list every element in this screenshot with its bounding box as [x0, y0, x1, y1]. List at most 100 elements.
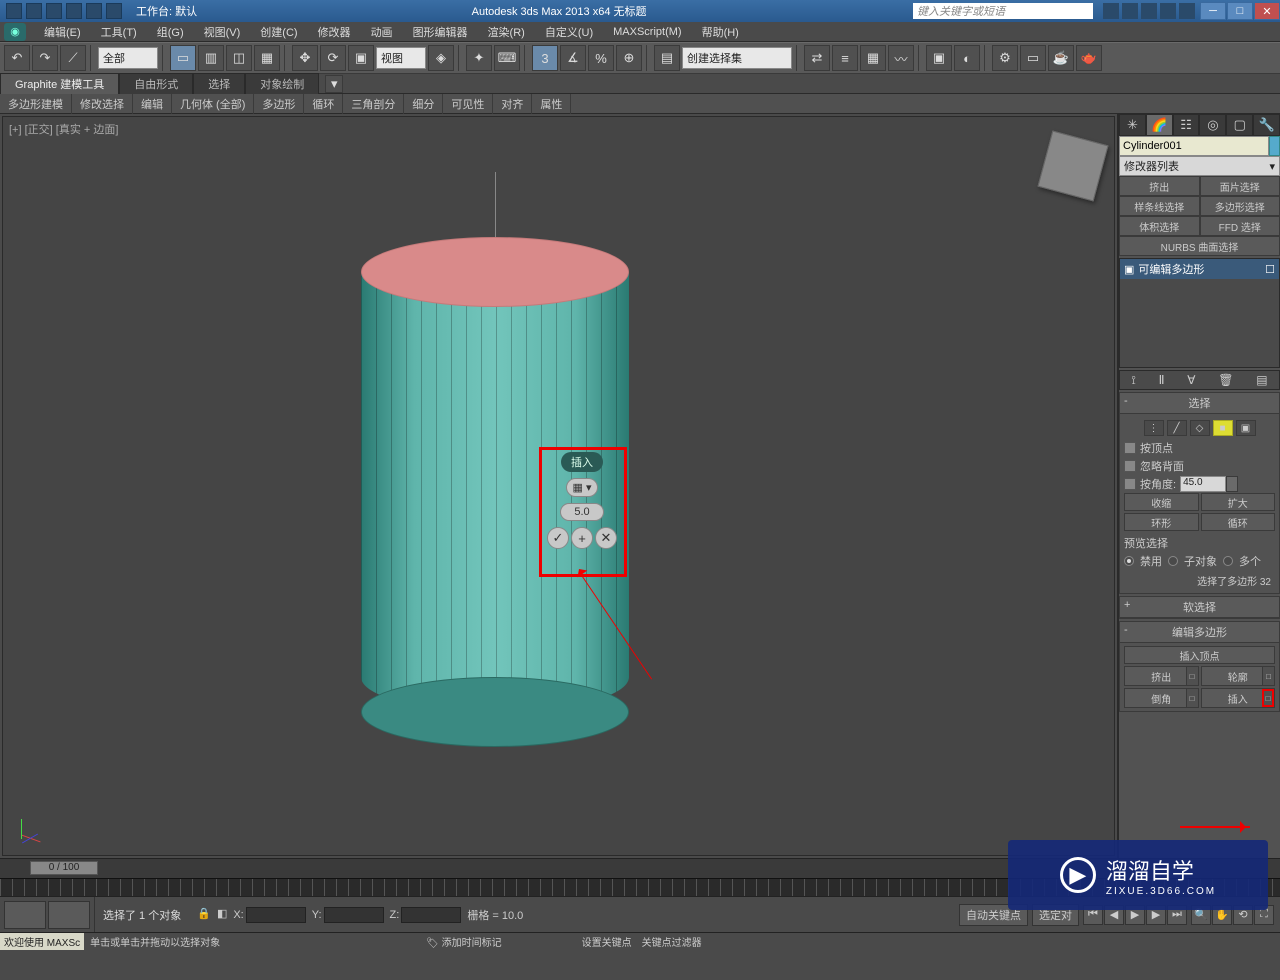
subtab-modsel[interactable]: 修改选择: [72, 94, 133, 114]
workspace-dropdown[interactable]: 工作台: 默认: [128, 3, 205, 19]
absolute-mode-icon[interactable]: ◧: [217, 907, 227, 923]
material-editor-icon[interactable]: ◐: [954, 45, 980, 71]
subtab-poly[interactable]: 多边形: [254, 94, 304, 114]
subobj-element-icon[interactable]: ▣: [1236, 420, 1256, 436]
chk-by-angle[interactable]: [1124, 478, 1136, 490]
subobj-border-icon[interactable]: ◇: [1190, 420, 1210, 436]
modbtn-nurbs[interactable]: NURBS 曲面选择: [1119, 236, 1280, 256]
remove-mod-icon[interactable]: 🗑: [1218, 373, 1233, 387]
scale-icon[interactable]: ▣: [348, 45, 374, 71]
config-sets-icon[interactable]: ▤: [1256, 373, 1267, 387]
named-selection-dropdown[interactable]: 创建选择集: [682, 47, 792, 69]
x-input[interactable]: [246, 907, 306, 923]
qa-open-icon[interactable]: [26, 3, 42, 19]
redo-icon[interactable]: ↷: [32, 45, 58, 71]
align-icon[interactable]: ≡: [832, 45, 858, 71]
subtab-polymod[interactable]: 多边形建模: [0, 94, 72, 114]
subobj-polygon-icon[interactable]: ■: [1213, 420, 1233, 436]
move-icon[interactable]: ✥: [292, 45, 318, 71]
modifier-list-dropdown[interactable]: 修改器列表▾: [1119, 156, 1280, 176]
infocenter-fav-icon[interactable]: [1160, 3, 1176, 19]
modifier-stack[interactable]: ▣ 可编辑多边形 ☐: [1119, 258, 1280, 368]
caddy-ok-button[interactable]: ✓: [547, 527, 569, 549]
qa-redo-icon[interactable]: [86, 3, 102, 19]
subtab-subdiv[interactable]: 细分: [404, 94, 443, 114]
select-manip-icon[interactable]: ✦: [466, 45, 492, 71]
menu-maxscript[interactable]: MAXScript(M): [603, 26, 691, 38]
key-filter-button[interactable]: 关键点过滤器: [642, 934, 702, 949]
qa-save-icon[interactable]: [46, 3, 62, 19]
inset-settings-icon[interactable]: □: [1262, 689, 1274, 707]
subtab-loop[interactable]: 循环: [304, 94, 343, 114]
viewport-label[interactable]: [+] [正交] [真实 + 边面]: [9, 121, 118, 137]
make-unique-icon[interactable]: ∀: [1187, 373, 1195, 387]
schematic-icon[interactable]: ▣: [926, 45, 952, 71]
tab-selection[interactable]: 选择: [193, 73, 245, 94]
modbtn-extrude[interactable]: 挤出: [1119, 176, 1200, 196]
set-key-button[interactable]: 设置关键点: [582, 934, 632, 949]
menu-group[interactable]: 组(G): [147, 24, 194, 40]
subtab-vis[interactable]: 可见性: [443, 94, 493, 114]
color-swatch[interactable]: [1269, 136, 1280, 156]
render-setup-icon[interactable]: ⚙: [992, 45, 1018, 71]
bevel-settings-icon[interactable]: □: [1186, 689, 1198, 707]
tab-display-icon[interactable]: ▢: [1226, 114, 1253, 136]
render-prod-icon[interactable]: 🫖: [1076, 45, 1102, 71]
angle-spinner-arrows[interactable]: [1226, 476, 1238, 492]
ring-button[interactable]: 环形: [1124, 513, 1199, 531]
caddy-type-dropdown[interactable]: ▦ ▾: [566, 478, 599, 497]
rollout-selection-header[interactable]: -选择: [1120, 393, 1279, 414]
stack-item-editable-poly[interactable]: ▣ 可编辑多边形 ☐: [1120, 259, 1279, 279]
rollout-soft-header[interactable]: +软选择: [1120, 597, 1279, 618]
subtab-edit[interactable]: 编辑: [133, 94, 172, 114]
show-end-icon[interactable]: Ⅱ: [1159, 373, 1165, 387]
grow-button[interactable]: 扩大: [1201, 493, 1276, 511]
mirror-icon[interactable]: ⇄: [804, 45, 830, 71]
extrude-button[interactable]: 挤出□: [1124, 666, 1199, 686]
ref-coord-dropdown[interactable]: 视图: [376, 47, 426, 69]
menu-help[interactable]: 帮助(H): [692, 24, 749, 40]
chk-ignore-back[interactable]: [1124, 460, 1136, 472]
menu-view[interactable]: 视图(V): [194, 24, 251, 40]
tab-freeform[interactable]: 自由形式: [119, 73, 193, 94]
tab-utilities-icon[interactable]: 🔧: [1253, 114, 1280, 136]
minimize-button[interactable]: ─: [1200, 2, 1226, 20]
subtab-align[interactable]: 对齐: [493, 94, 532, 114]
z-input[interactable]: [401, 907, 461, 923]
qa-new-icon[interactable]: [6, 3, 22, 19]
link-icon[interactable]: ⟋: [60, 45, 86, 71]
outline-settings-icon[interactable]: □: [1262, 667, 1274, 685]
select-icon[interactable]: ▭: [170, 45, 196, 71]
tab-paint[interactable]: 对象绘制: [245, 73, 319, 94]
object-name-input[interactable]: [1119, 136, 1269, 156]
modbtn-vol-sel[interactable]: 体积选择: [1119, 216, 1200, 236]
modbtn-ffd-sel[interactable]: FFD 选择: [1200, 216, 1280, 236]
infocenter-exchange-icon[interactable]: [1141, 3, 1157, 19]
curve-editor-icon[interactable]: 〰: [888, 45, 914, 71]
layer-icon[interactable]: ▦: [860, 45, 886, 71]
subtab-tri[interactable]: 三角剖分: [343, 94, 404, 114]
extrude-settings-icon[interactable]: □: [1186, 667, 1198, 685]
shrink-button[interactable]: 收缩: [1124, 493, 1199, 511]
menu-edit[interactable]: 编辑(E): [34, 24, 91, 40]
qa-undo-icon[interactable]: [66, 3, 82, 19]
menu-render[interactable]: 渲染(R): [478, 24, 535, 40]
render-icon[interactable]: ☕: [1048, 45, 1074, 71]
y-input[interactable]: [324, 907, 384, 923]
lock-selection-icon[interactable]: 🔒: [197, 907, 211, 923]
infocenter-search-icon[interactable]: [1103, 3, 1119, 19]
stack-expand-icon[interactable]: ▣: [1124, 263, 1134, 276]
tab-hierarchy-icon[interactable]: ☷: [1173, 114, 1200, 136]
percent-snap-icon[interactable]: %: [588, 45, 614, 71]
selection-filter-dropdown[interactable]: 全部: [98, 47, 158, 69]
menu-graph[interactable]: 图形编辑器: [403, 24, 478, 40]
rotate-icon[interactable]: ⟳: [320, 45, 346, 71]
cylinder-bottom-cap[interactable]: [361, 677, 629, 747]
infocenter-help-icon[interactable]: [1179, 3, 1195, 19]
outline-button[interactable]: 轮廓□: [1201, 666, 1276, 686]
select-region-icon[interactable]: ◫: [226, 45, 252, 71]
angle-snap-icon[interactable]: ∡: [560, 45, 586, 71]
pin-stack-icon[interactable]: ⟟: [1131, 373, 1135, 388]
caddy-apply-button[interactable]: +: [571, 527, 593, 549]
menu-tools[interactable]: 工具(T): [91, 24, 147, 40]
